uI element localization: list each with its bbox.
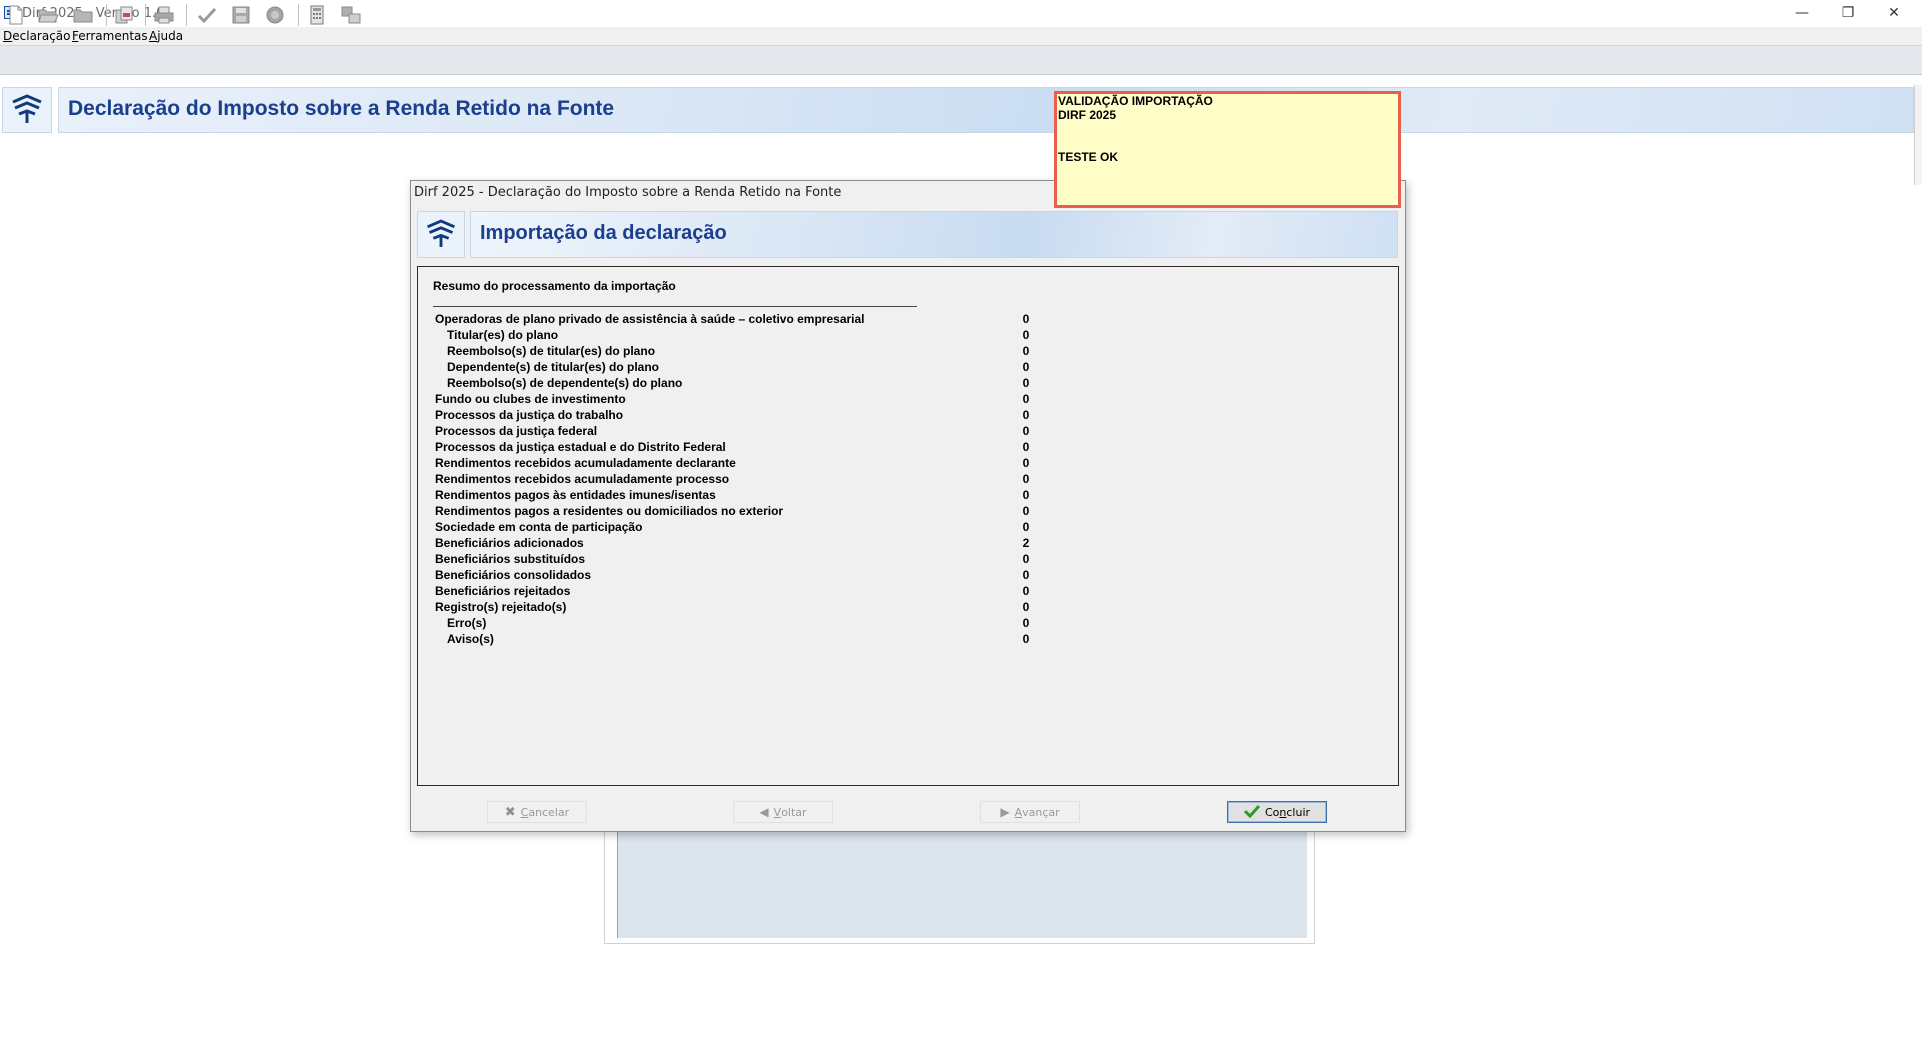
summary-row-label: Rendimentos pagos às entidades imunes/is… <box>435 488 716 502</box>
summary-row-value: 0 <box>1022 568 1030 582</box>
summary-row-label: Rendimentos recebidos acumuladamente dec… <box>435 456 736 470</box>
summary-row-label: Processos da justiça estadual e do Distr… <box>435 440 726 454</box>
summary-row-value: 0 <box>1022 600 1030 614</box>
note-line-1: VALIDAÇÃO IMPORTAÇÃO <box>1058 94 1213 108</box>
summary-row-label: Operadoras de plano privado de assistênc… <box>435 312 865 326</box>
summary-row-value: 0 <box>1022 408 1030 422</box>
page-title: Declaração do Imposto sobre a Renda Reti… <box>68 97 615 120</box>
summary-row-value: 0 <box>1022 376 1030 390</box>
summary-row-label: Beneficiários consolidados <box>435 568 592 582</box>
open-folder-icon[interactable] <box>37 4 59 26</box>
folder-icon[interactable] <box>72 4 94 26</box>
dialog-title: Dirf 2025 - Declaração do Imposto sobre … <box>414 185 842 200</box>
side-scrollbar[interactable] <box>1914 85 1922 185</box>
summary-row-value: 0 <box>1022 472 1030 486</box>
back-button[interactable]: ◀ Voltar <box>733 801 833 823</box>
check-icon[interactable] <box>196 4 218 26</box>
window-titlebar <box>0 0 1922 27</box>
summary-row-value: 0 <box>1022 488 1030 502</box>
toolbar-separator <box>145 4 146 26</box>
note-line-2: DIRF 2025 <box>1058 108 1117 122</box>
summary-row-label: Beneficiários adicionados <box>435 536 584 550</box>
toolbar-separator <box>106 4 107 26</box>
arrow-left-icon: ◀ <box>759 805 769 819</box>
summary-row-value: 0 <box>1022 344 1030 358</box>
summary-row-value: 0 <box>1022 424 1030 438</box>
summary-row-label: Reembolso(s) de dependente(s) do plano <box>447 376 683 390</box>
toolbar-separator <box>298 4 299 26</box>
summary-row-value: 0 <box>1022 440 1030 454</box>
dialog-heading: Importação da declaração <box>480 222 727 244</box>
menu-ajuda[interactable]: Ajuda <box>149 27 183 45</box>
summary-row-label: Beneficiários substituídos <box>435 552 586 566</box>
note-line-3: TESTE OK <box>1058 150 1119 164</box>
save-icon[interactable] <box>230 4 252 26</box>
summary-row-label: Erro(s) <box>447 616 487 630</box>
summary-row-label: Processos da justiça federal <box>435 424 598 438</box>
receita-logo <box>2 87 52 133</box>
minimize-button[interactable]: — <box>1779 0 1825 27</box>
summary-row-label: Rendimentos pagos a residentes ou domici… <box>435 504 784 518</box>
calculator-icon[interactable] <box>306 4 328 26</box>
cancel-button[interactable]: ✖ Cancelar <box>487 801 587 823</box>
next-button[interactable]: ▶ Avançar <box>980 801 1080 823</box>
toolbar <box>0 45 1922 75</box>
summary-row-label: Titular(es) do plano <box>447 328 559 342</box>
summary-row-value: 0 <box>1022 616 1030 630</box>
summary-row-value: 0 <box>1022 632 1030 646</box>
summary-row-label: Fundo ou clubes de investimento <box>435 392 626 406</box>
close-button[interactable]: ✕ <box>1871 0 1917 27</box>
receita-logo <box>417 211 465 258</box>
summary-divider <box>433 306 917 307</box>
summary-row-value: 0 <box>1022 312 1030 326</box>
copy-icon[interactable] <box>113 4 135 26</box>
transmit-icon[interactable] <box>340 4 362 26</box>
arrow-right-icon: ▶ <box>1000 805 1010 819</box>
summary-row-label: Aviso(s) <box>447 632 494 646</box>
summary-row-label: Processos da justiça do trabalho <box>435 408 624 422</box>
summary-row-label: Registro(s) rejeitado(s) <box>435 600 567 614</box>
restore-button[interactable]: ❐ <box>1825 0 1871 27</box>
summary-row-value: 0 <box>1022 456 1030 470</box>
new-document-icon[interactable] <box>5 4 27 26</box>
summary-row-value: 0 <box>1022 504 1030 518</box>
summary-row-label: Reembolso(s) de titular(es) do plano <box>447 344 656 358</box>
stamp-icon[interactable] <box>264 4 286 26</box>
summary-row-value: 0 <box>1022 328 1030 342</box>
summary-row-value: 0 <box>1022 392 1030 406</box>
summary-row-value: 2 <box>1022 536 1030 550</box>
summary-row-label: Beneficiários rejeitados <box>435 584 571 598</box>
summary-row-value: 0 <box>1022 520 1030 534</box>
toolbar-separator <box>186 4 187 26</box>
summary-heading: Resumo do processamento da importação <box>433 279 676 293</box>
summary-row-value: 0 <box>1022 584 1030 598</box>
print-icon[interactable] <box>153 4 175 26</box>
menu-declaracao[interactable]: Declaração <box>3 27 71 45</box>
summary-row-label: Dependente(s) de titular(es) do plano <box>447 360 660 374</box>
menu-bar <box>0 27 1922 45</box>
finish-button[interactable]: Concluir <box>1227 801 1327 823</box>
summary-row-label: Sociedade em conta de participação <box>435 520 643 534</box>
check-icon <box>1243 804 1261 821</box>
summary-row-label: Rendimentos recebidos acumuladamente pro… <box>435 472 730 486</box>
summary-row-value: 0 <box>1022 360 1030 374</box>
summary-row-value: 0 <box>1022 552 1030 566</box>
menu-ferramentas[interactable]: Ferramentas <box>72 27 148 45</box>
close-icon: ✖ <box>504 804 516 820</box>
